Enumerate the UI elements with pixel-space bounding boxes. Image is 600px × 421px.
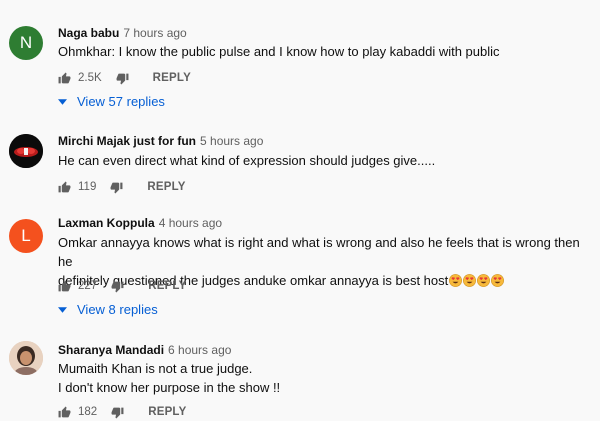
author-name[interactable]: Laxman Koppula <box>58 216 155 230</box>
like-count: 2.5K <box>78 72 102 84</box>
reply-button[interactable]: REPLY <box>148 406 186 418</box>
comment-line: Mumaith Khan is not a true judge. <box>58 361 253 376</box>
like-count: 227 <box>78 280 98 292</box>
comment-header: Mirchi Majak just for fun 5 hours ago <box>58 134 263 148</box>
comment-text: Mumaith Khan is not a true judge. I don'… <box>58 359 590 397</box>
thumbs-down-icon[interactable] <box>111 406 124 419</box>
avatar[interactable] <box>9 134 43 168</box>
comment-text: Ohmkhar: I know the public pulse and I k… <box>58 42 590 61</box>
thumbs-up-icon[interactable] <box>58 72 71 85</box>
heart-eyes-emoji <box>463 274 477 287</box>
author-name[interactable]: Naga babu <box>58 26 119 40</box>
avatar[interactable] <box>9 341 43 375</box>
like-count: 182 <box>78 406 98 418</box>
avatar-letter: L <box>21 226 31 245</box>
reply-button[interactable]: REPLY <box>147 181 185 193</box>
comment-time[interactable]: 7 hours ago <box>123 26 186 40</box>
reply-button[interactable]: REPLY <box>148 280 186 292</box>
view-replies-label: View 8 replies <box>77 302 158 317</box>
thumbs-up-icon[interactable] <box>58 280 71 293</box>
comment-line: He can even direct what kind of expressi… <box>58 153 436 168</box>
thumbs-up-icon[interactable] <box>58 181 71 194</box>
view-replies-button[interactable]: View 8 replies <box>58 302 158 317</box>
comment-time[interactable]: 4 hours ago <box>159 216 222 230</box>
chevron-down-icon <box>58 306 67 313</box>
thumbs-up-icon[interactable] <box>58 406 71 419</box>
comment-text: He can even direct what kind of expressi… <box>58 151 590 170</box>
heart-eyes-emoji <box>477 274 491 287</box>
comment-time[interactable]: 5 hours ago <box>200 134 263 148</box>
comment-actions: 227 REPLY <box>58 277 186 295</box>
avatar[interactable]: N <box>9 26 43 60</box>
comment-header: Sharanya Mandadi 6 hours ago <box>58 343 231 357</box>
emoji-row <box>448 273 505 288</box>
heart-eyes-emoji <box>449 274 463 287</box>
avatar-image <box>9 134 43 168</box>
comment-time[interactable]: 6 hours ago <box>168 343 231 357</box>
heart-eyes-emoji <box>491 274 505 287</box>
comment-line: Omkar annayya knows what is right and wh… <box>58 235 580 269</box>
thumbs-down-icon[interactable] <box>110 181 123 194</box>
avatar[interactable]: L <box>9 219 43 253</box>
thumbs-down-icon[interactable] <box>111 280 124 293</box>
comment-actions: 182 REPLY <box>58 403 186 421</box>
author-name[interactable]: Mirchi Majak just for fun <box>58 134 196 148</box>
comment-actions: 119 REPLY <box>58 178 186 196</box>
comment-line: Ohmkhar: I know the public pulse and I k… <box>58 44 500 59</box>
view-replies-button[interactable]: View 57 replies <box>58 94 165 109</box>
avatar-image <box>9 341 43 375</box>
comment-line: I don't know her purpose in the show !! <box>58 380 281 395</box>
reply-button[interactable]: REPLY <box>153 72 191 84</box>
comment-actions: 2.5K REPLY <box>58 69 191 87</box>
thumbs-down-icon[interactable] <box>116 72 129 85</box>
view-replies-label: View 57 replies <box>77 94 165 109</box>
avatar-letter: N <box>19 33 33 52</box>
like-count: 119 <box>78 181 97 193</box>
author-name[interactable]: Sharanya Mandadi <box>58 343 164 357</box>
chevron-down-icon <box>58 98 67 105</box>
comment-header: Laxman Koppula 4 hours ago <box>58 216 222 230</box>
comment-header: Naga babu 7 hours ago <box>58 26 187 40</box>
